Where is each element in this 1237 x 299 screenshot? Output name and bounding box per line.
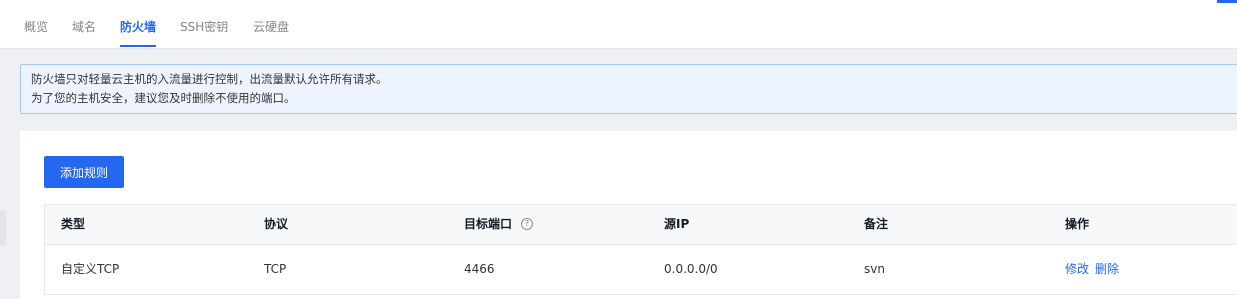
cell-source-ip: 0.0.0.0/0 — [664, 262, 718, 276]
cell-protocol: TCP — [264, 262, 287, 276]
notice-line-1: 防火墙只对轻量云主机的入流量进行控制，出流量默认允许所有请求。 — [31, 72, 388, 86]
cell-type: 自定义TCP — [61, 262, 120, 276]
header-target-port-cell: 目标端口? — [464, 205, 534, 244]
firewall-rules-table: 类型 协议 目标端口? 源IP 备注 操作 自定义TCP TCP 4466 0.… — [44, 204, 1237, 295]
delete-rule-link[interactable]: 删除 — [1095, 262, 1119, 276]
tab-domain[interactable]: 域名 — [72, 19, 96, 35]
header-source-ip: 源IP — [664, 217, 690, 231]
table-header: 类型 协议 目标端口? 源IP 备注 操作 — [45, 205, 1237, 245]
tab-cloud-disk[interactable]: 云硬盘 — [253, 19, 289, 35]
cell-target-port: 4466 — [464, 262, 495, 276]
tab-overview[interactable]: 概览 — [24, 19, 48, 35]
cell-actions: 修改 删除 — [1065, 245, 1119, 294]
tab-firewall[interactable]: 防火墙 — [120, 19, 157, 47]
edit-rule-link[interactable]: 修改 — [1065, 262, 1089, 276]
header-protocol: 协议 — [264, 217, 289, 231]
corner-accent — [1217, 0, 1237, 3]
tab-ssh-key[interactable]: SSH密钥 — [180, 19, 228, 35]
add-rule-button[interactable]: 添加规则 — [44, 156, 124, 188]
side-collapse-handle[interactable] — [0, 210, 6, 246]
notice-line-2: 为了您的主机安全，建议您及时删除不使用的端口。 — [31, 91, 296, 105]
header-remark: 备注 — [864, 217, 889, 231]
tab-bar: 概览 域名 防火墙 SSH密钥 云硬盘 — [0, 0, 1237, 49]
rules-panel: 添加规则 类型 协议 目标端口? 源IP 备注 操作 自定义TCP TCP 44… — [20, 131, 1237, 299]
header-actions: 操作 — [1065, 217, 1090, 231]
firewall-notice: 防火墙只对轻量云主机的入流量进行控制，出流量默认允许所有请求。 为了您的主机安全… — [20, 64, 1237, 114]
table-row: 自定义TCP TCP 4466 0.0.0.0/0 svn 修改 删除 — [45, 245, 1237, 295]
header-target-port: 目标端口 — [464, 217, 513, 231]
header-type: 类型 — [61, 217, 86, 231]
cell-remark: svn — [864, 262, 885, 276]
question-circle-icon[interactable]: ? — [521, 217, 534, 230]
